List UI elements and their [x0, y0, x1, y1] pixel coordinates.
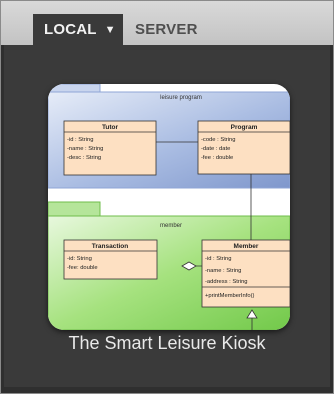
tab-local-label: LOCAL — [44, 21, 97, 38]
uml-diagram-preview: leisure program member Tutor -id : Strin… — [48, 84, 290, 330]
package-bottom-label: member — [160, 223, 182, 229]
class-attr: -fee: double — [67, 265, 98, 271]
class-operation: +printMemberInfo() — [205, 293, 255, 299]
class-attr: -name : String — [205, 268, 241, 274]
class-attr: -id : String — [67, 137, 93, 143]
tab-local[interactable]: LOCAL ▼ — [33, 14, 123, 45]
class-attr: -address : String — [205, 279, 248, 285]
project-title[interactable]: The Smart Leisure Kiosk — [0, 333, 334, 354]
project-thumbnail[interactable]: leisure program member Tutor -id : Strin… — [48, 84, 290, 330]
class-name: Program — [231, 124, 258, 131]
class-attr: -fee : double — [201, 155, 233, 161]
package-tab-top — [48, 84, 101, 93]
class-program: Program -code : String -date : date -fee… — [197, 120, 290, 175]
package-top-label: leisure program — [160, 95, 202, 101]
package-tab-bottom — [48, 201, 101, 217]
chevron-down-icon[interactable]: ▼ — [105, 24, 116, 36]
class-attr: -id : String — [205, 256, 231, 262]
class-name: Member — [234, 243, 259, 250]
class-tutor: Tutor -id : String -name : String -desc … — [63, 120, 157, 176]
class-attr: -name : String — [67, 146, 103, 152]
class-transaction: Transaction -id: String -fee: double — [63, 239, 158, 280]
class-member: Member -id : String -name : String -addr… — [201, 239, 290, 308]
class-attr: -desc : String — [67, 155, 101, 161]
class-attr: -code : String — [201, 137, 235, 143]
class-attr: -id: String — [67, 256, 92, 262]
class-name: Tutor — [102, 124, 119, 131]
class-attr: -date : date — [201, 146, 230, 152]
tab-server[interactable]: SERVER — [135, 14, 198, 45]
class-name: Transaction — [92, 243, 129, 250]
